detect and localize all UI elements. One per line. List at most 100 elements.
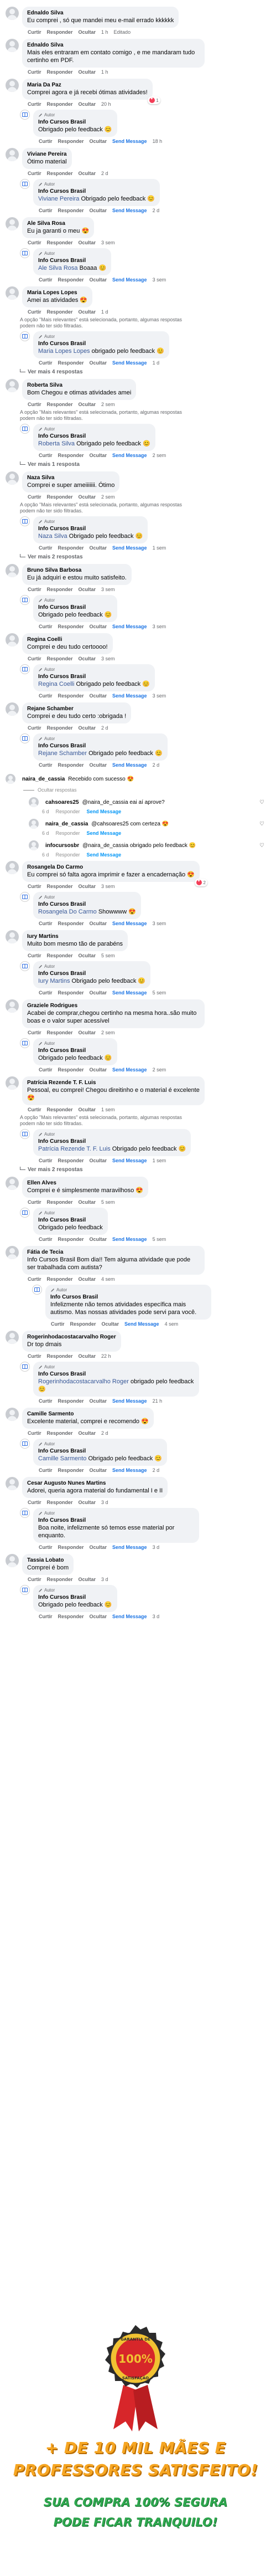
instagram-avatar[interactable] [29,840,39,850]
commenter-name[interactable]: Ednaldo Silva [27,42,200,49]
like-button[interactable]: Curtir [39,1614,53,1619]
user-avatar[interactable] [6,379,19,392]
reply-button[interactable]: Responder [58,1067,84,1073]
reply-author-name[interactable]: Info Cursos Brasil [38,970,145,977]
reply-author-name[interactable]: Info Cursos Brasil [38,1047,112,1054]
hide-button[interactable]: Ocultar [90,453,107,458]
like-button[interactable]: Curtir [28,725,41,731]
reply-button[interactable]: Responder [47,101,73,107]
user-avatar[interactable] [6,471,19,485]
reply-button[interactable]: Responder [47,656,73,661]
commenter-name[interactable]: Graziele Rodrigues [27,1002,200,1009]
view-more-replies[interactable]: Ver mais 2 respostas [20,553,264,561]
like-button[interactable]: Curtir [39,208,53,213]
send-message-button[interactable]: Send Message [112,138,147,144]
reply-button[interactable]: Responder [47,1577,73,1582]
reply-button[interactable]: Responder [58,453,84,458]
commenter-name[interactable]: Regina Coelli [27,636,108,643]
hide-button[interactable]: Ocultar [79,1430,96,1436]
page-avatar[interactable] [20,1129,30,1139]
mentioned-user[interactable]: Rejane Schamber [38,750,87,757]
reply-button[interactable]: Responder [47,402,73,407]
reply-button[interactable]: Responder [58,277,84,283]
mentioned-user[interactable]: Rogerinhodacostacarvalho Roger [38,1378,129,1385]
hide-button[interactable]: Ocultar [90,990,107,995]
instagram-username[interactable]: naira_de_cassia [22,776,65,782]
commenter-name[interactable]: Ellen Alves [27,1179,143,1187]
commenter-name[interactable]: Ale Silva Rosa [27,220,89,227]
page-avatar[interactable] [20,516,30,526]
reply-button[interactable]: Responder [58,693,84,699]
commenter-name[interactable]: Rejane Schamber [27,705,126,712]
hide-button[interactable]: Ocultar [90,1544,107,1550]
like-button[interactable]: Curtir [28,240,41,245]
commenter-name[interactable]: Patrícia Rezende T. F. Luis [27,1079,200,1086]
commenter-name[interactable]: Bruno Silva Barbosa [27,567,127,574]
commenter-name[interactable]: Roberta Silva [27,382,131,389]
reply-button[interactable]: Responder [58,921,84,926]
reply-button[interactable]: Responder [58,1158,84,1163]
commenter-name[interactable]: Fátia de Tecia [27,1249,200,1256]
instagram-avatar[interactable] [29,819,39,829]
reply-button[interactable]: Responder [47,1030,73,1035]
send-message-button[interactable]: Send Message [124,1321,159,1327]
reply-button[interactable]: Responder [58,1236,84,1242]
commenter-name[interactable]: Naza Silva [27,474,114,481]
user-avatar[interactable] [6,999,19,1013]
send-message-button[interactable]: Send Message [112,277,147,283]
page-avatar[interactable] [20,595,30,605]
commenter-name[interactable]: Rogerinhodacostacarvalho Roger [27,1333,116,1341]
like-button[interactable]: Curtir [39,693,53,699]
reply-button[interactable]: Responder [47,1107,73,1112]
mentioned-user[interactable]: Camille Sarmento [38,1455,86,1462]
send-message-button[interactable]: Send Message [112,762,147,768]
reply-author-name[interactable]: Info Cursos Brasil [38,742,163,750]
reply-author-name[interactable]: Info Cursos Brasil [38,1448,162,1455]
hide-button[interactable]: Ocultar [90,138,107,144]
hide-button[interactable]: Ocultar [90,1236,107,1242]
hide-button[interactable]: Ocultar [90,1158,107,1163]
page-avatar[interactable] [20,1362,30,1372]
reply-button[interactable]: Responder [70,1321,96,1327]
like-button[interactable]: Curtir [39,277,53,283]
user-avatar[interactable] [6,702,19,716]
like-button[interactable]: Curtir [28,1577,41,1582]
mentioned-user[interactable]: Maria Lopes Lopes [38,348,90,355]
page-avatar[interactable] [20,248,30,258]
reply-button[interactable]: Responder [47,309,73,315]
mentioned-user[interactable]: Naza Silva [38,533,67,540]
commenter-name[interactable]: Iury Martins [27,933,123,940]
like-button[interactable]: Curtir [28,1199,41,1205]
reply-button[interactable]: Responder [58,360,84,366]
user-avatar[interactable] [6,7,19,20]
reply-author-name[interactable]: Info Cursos Brasil [38,188,155,195]
hide-replies-toggle[interactable]: Ocultar respostas [23,787,264,793]
instagram-send-message[interactable]: Send Message [87,852,122,858]
reply-button[interactable]: Responder [58,1544,84,1550]
like-button[interactable]: Curtir [28,171,41,176]
reply-author-name[interactable]: Info Cursos Brasil [50,1294,206,1301]
reply-button[interactable]: Responder [47,1199,73,1205]
reply-button[interactable]: Responder [58,762,84,768]
reply-button[interactable]: Responder [58,138,84,144]
hide-button[interactable]: Ocultar [79,1107,96,1112]
reply-author-name[interactable]: Info Cursos Brasil [38,1594,112,1601]
send-message-button[interactable]: Send Message [112,1467,147,1473]
mentioned-user[interactable]: Ale Silva Rosa [38,265,78,271]
reply-author-name[interactable]: Info Cursos Brasil [38,257,106,264]
like-button[interactable]: Curtir [39,921,53,926]
like-button[interactable]: Curtir [39,624,53,629]
hide-button[interactable]: Ocultar [79,884,96,889]
reply-button[interactable]: Responder [58,990,84,995]
reply-author-name[interactable]: Info Cursos Brasil [38,1371,194,1378]
commenter-name[interactable]: Tassia Lobato [27,1557,69,1564]
send-message-button[interactable]: Send Message [112,1614,147,1619]
reply-button[interactable]: Responder [58,1398,84,1404]
reply-button[interactable]: Responder [47,884,73,889]
instagram-reply-button[interactable]: Responder [56,852,80,858]
send-message-button[interactable]: Send Message [112,990,147,995]
like-button[interactable]: Curtir [39,545,53,551]
like-button[interactable]: Curtir [39,1398,53,1404]
like-button[interactable]: Curtir [39,1467,53,1473]
mentioned-user[interactable]: Regina Coelli [38,681,74,687]
